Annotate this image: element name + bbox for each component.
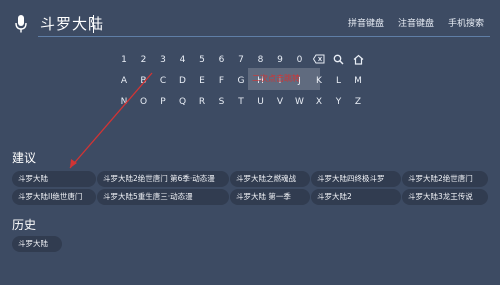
suggestion-chip[interactable]: 斗罗大陆 第一季: [230, 189, 310, 205]
microphone-icon[interactable]: [14, 14, 28, 34]
key-n[interactable]: N: [116, 95, 132, 109]
tv-search-screen: 斗罗大陆 拼音键盘 注音键盘 手机搜索 1234567890 ABCDEFGHIJ…: [0, 0, 500, 281]
suggestion-chip[interactable]: 斗罗大陆四终极斗罗: [311, 171, 401, 187]
key-i[interactable]: I: [272, 74, 288, 88]
key-c[interactable]: C: [155, 74, 171, 88]
suggestion-chip[interactable]: 斗罗大陆3龙王传说: [402, 189, 488, 205]
key-v[interactable]: V: [272, 95, 288, 109]
backspace-icon[interactable]: [311, 53, 327, 67]
key-w[interactable]: W: [292, 95, 308, 109]
key-r[interactable]: R: [194, 95, 210, 109]
suggestion-chip[interactable]: 斗罗大陆2绝世唐门 第6季·动态漫: [97, 171, 229, 187]
key-k[interactable]: K: [311, 74, 327, 88]
suggestion-chip[interactable]: 斗罗大陆5重生唐三·动态漫: [97, 189, 229, 205]
suggestion-chip[interactable]: 斗罗大陆II绝世唐门: [12, 189, 96, 205]
key-5[interactable]: 5: [194, 53, 210, 67]
key-g[interactable]: G: [233, 74, 249, 88]
suggestion-chip[interactable]: 斗罗大陆: [12, 171, 96, 187]
key-j[interactable]: J: [292, 74, 308, 88]
key-x[interactable]: X: [311, 95, 327, 109]
key-u[interactable]: U: [253, 95, 269, 109]
annotation-overlay: 二次点击跳转: [0, 0, 500, 281]
history-title: 历史: [12, 218, 37, 232]
key-d[interactable]: D: [175, 74, 191, 88]
zhuyin-keyboard-option[interactable]: 注音键盘: [398, 18, 434, 30]
key-7[interactable]: 7: [233, 53, 249, 67]
suggestions-title: 建议: [12, 151, 37, 165]
key-e[interactable]: E: [194, 74, 210, 88]
annotation-arrow: [69, 68, 320, 169]
key-b[interactable]: B: [136, 74, 152, 88]
key-1[interactable]: 1: [116, 53, 132, 67]
key-2[interactable]: 2: [136, 53, 152, 67]
phone-search-option[interactable]: 手机搜索: [448, 18, 484, 30]
key-t[interactable]: T: [233, 95, 249, 109]
home-icon[interactable]: [350, 53, 366, 67]
key-z[interactable]: Z: [350, 95, 366, 109]
key-9[interactable]: 9: [272, 53, 288, 67]
text-caret: [93, 15, 94, 33]
key-4[interactable]: 4: [175, 53, 191, 67]
key-8[interactable]: 8: [253, 53, 269, 67]
key-6[interactable]: 6: [214, 53, 230, 67]
search-icon[interactable]: [331, 53, 347, 67]
key-s[interactable]: S: [214, 95, 230, 109]
suggestion-chip[interactable]: 斗罗大陆2绝世唐门: [402, 171, 488, 187]
key-l[interactable]: L: [331, 74, 347, 88]
key-3[interactable]: 3: [155, 53, 171, 67]
pinyin-keyboard-option[interactable]: 拼音键盘: [348, 18, 384, 30]
key-q[interactable]: Q: [175, 95, 191, 109]
search-input[interactable]: 斗罗大陆: [40, 13, 104, 35]
key-f[interactable]: F: [214, 74, 230, 88]
search-underline: [38, 36, 490, 37]
key-h[interactable]: H: [253, 74, 269, 88]
key-a[interactable]: A: [116, 74, 132, 88]
key-p[interactable]: P: [155, 95, 171, 109]
key-o[interactable]: O: [136, 95, 152, 109]
history-chip[interactable]: 斗罗大陆: [12, 236, 62, 252]
suggestion-chip[interactable]: 斗罗大陆之燃魂战: [230, 171, 310, 187]
key-0[interactable]: 0: [292, 53, 308, 67]
key-y[interactable]: Y: [331, 95, 347, 109]
suggestion-chip[interactable]: 斗罗大陆2: [311, 189, 401, 205]
key-m[interactable]: M: [350, 74, 366, 88]
